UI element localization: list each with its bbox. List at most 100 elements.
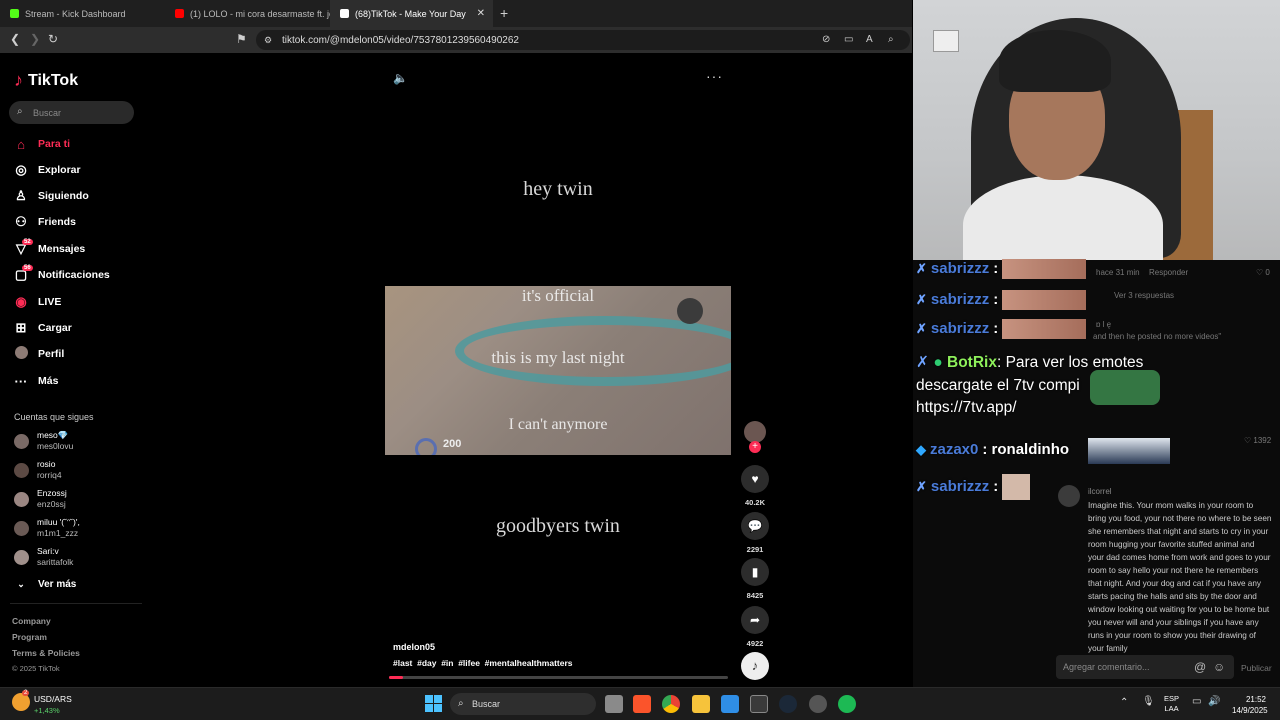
translate-icon[interactable]: A (866, 34, 873, 46)
message-icon: ▽ 52 (16, 239, 33, 256)
following-name: meso💎 (37, 430, 69, 440)
tab-label: Stream - Kick Dashboard (25, 8, 126, 19)
search-input[interactable]: ⌕ Buscar (9, 101, 134, 124)
task-view-icon[interactable] (605, 695, 623, 713)
following-name: miluu '(˘ᵔ˘)', (37, 517, 80, 527)
clip-line-1: it's official (521, 286, 595, 305)
chrome-icon[interactable] (662, 695, 680, 713)
tab-youtube[interactable]: (1) LOLO - mi cora desarmaste ft. jovi (165, 0, 330, 27)
video-hashtags[interactable]: #last #day #in #lifee #mentalhealthmatte… (393, 658, 573, 668)
new-tab-icon[interactable]: + (500, 6, 508, 20)
tab-tiktok[interactable]: (68)TikTok - Make Your Day ✕ (330, 0, 493, 27)
music-disc-icon[interactable]: ♪ (741, 652, 769, 680)
address-bar[interactable]: tiktok.com/@mdelon05/video/7537801239560… (256, 30, 910, 50)
nav-para-ti[interactable]: ⌂ Para ti (14, 134, 70, 154)
clock-time: 21:52 (1245, 695, 1266, 704)
nav-siguiendo[interactable]: ♙ Siguiendo (14, 186, 89, 206)
nav-live[interactable]: ◉ LIVE (14, 292, 61, 312)
tray-chevron-icon[interactable]: ⌃ (1120, 697, 1128, 708)
nav-label: LIVE (38, 296, 62, 308)
store-icon[interactable] (721, 695, 739, 713)
bg-like-count-2: ♡ 1392 (1244, 436, 1272, 445)
search-placeholder: Buscar (33, 107, 62, 118)
chat-message: ✗ sabrizzz: (916, 290, 1087, 310)
like-button[interactable]: ♥ 40.2K (740, 465, 770, 507)
see-more-button[interactable]: ⌄ Ver más (14, 574, 76, 594)
steam-icon[interactable] (779, 695, 797, 713)
nav-explorar[interactable]: ◎ Explorar (14, 160, 80, 180)
more-options-icon[interactable]: ··· (706, 68, 723, 84)
following-item[interactable]: meso💎 mes0lovu (14, 428, 73, 454)
cast-icon[interactable]: ▭ (844, 34, 853, 46)
volume-icon[interactable]: 🔈 (393, 71, 408, 85)
ticker-name[interactable]: USD/ARS (34, 694, 72, 704)
following-item[interactable]: Sari:v sarittafolk (14, 544, 73, 570)
chat-user: zazax0 (930, 441, 979, 458)
commenter-avatar[interactable] (1058, 485, 1080, 507)
language-indicator[interactable]: ESP LAA (1164, 694, 1179, 714)
nav-label: Cargar (38, 322, 72, 334)
tiktok-logo[interactable]: ♪ TikTok (14, 70, 78, 91)
nav-mensajes[interactable]: ▽ 52 Mensajes (14, 239, 85, 259)
close-tab-icon[interactable]: ✕ (477, 8, 485, 19)
reader-icon[interactable]: ⊘ (822, 34, 830, 46)
zoom-icon[interactable]: ⌕ (888, 34, 894, 46)
post-button[interactable]: Publicar (1241, 663, 1272, 673)
bg-reply-link[interactable]: Responder (1149, 268, 1188, 277)
bookmark-icon[interactable]: ⚑ (236, 33, 247, 45)
video-author[interactable]: mdelon05 (393, 642, 435, 652)
view-replies[interactable]: Ver 3 respuestas (1114, 291, 1174, 300)
footer-company[interactable]: Company (12, 616, 51, 626)
back-icon[interactable]: ❮ (10, 33, 20, 45)
share-button[interactable]: ➦ 4922 (740, 606, 770, 648)
clock[interactable]: 21:52 14/9/2025 (1232, 694, 1268, 716)
file-explorer-icon[interactable] (692, 695, 710, 713)
save-button[interactable]: ▮ 8425 (740, 558, 770, 600)
forward-icon[interactable]: ❯ (30, 33, 40, 45)
nav-label: Friends (38, 216, 76, 228)
following-item[interactable]: Enzossj enz0ssj (14, 486, 67, 512)
speaker-icon[interactable]: 🔊 (1208, 696, 1220, 707)
nav-notificaciones[interactable]: ▢ 56 Notificaciones (14, 265, 110, 285)
site-info-icon[interactable]: ⚙ (264, 34, 272, 46)
search-icon: ⌕ (17, 106, 23, 117)
avatar (14, 491, 29, 507)
obs-icon[interactable] (809, 695, 827, 713)
taskbar-search-label: Buscar (472, 699, 501, 709)
sidebar-divider (10, 603, 142, 604)
comment-input[interactable]: Agregar comentario... (1056, 655, 1234, 679)
author-avatar[interactable] (744, 421, 766, 443)
reload-icon[interactable]: ↻ (48, 33, 58, 45)
nav-cargar[interactable]: ⊞ Cargar (14, 318, 72, 338)
video-progress-track[interactable] (389, 676, 728, 679)
nav-perfil[interactable]: Perfil (14, 344, 64, 364)
brave-icon[interactable] (633, 695, 651, 713)
epic-games-icon[interactable] (750, 695, 768, 713)
tab-kick[interactable]: Stream - Kick Dashboard (0, 0, 165, 27)
network-icon[interactable]: ▭ (1192, 696, 1201, 707)
emoji-icon[interactable]: ☺ (1213, 660, 1225, 674)
chat-text: : (993, 478, 999, 495)
spotify-icon[interactable] (838, 695, 856, 713)
chat-text: : (993, 260, 999, 277)
following-item[interactable]: rosio rorriq4 (14, 457, 62, 483)
more-icon: ··· (14, 373, 28, 389)
comment-button[interactable]: 💬 2291 (740, 512, 770, 554)
beanie (999, 30, 1111, 92)
like-count: 40.2K (744, 498, 765, 507)
commenter-name: ilcorrel (1088, 487, 1112, 496)
footer-terms[interactable]: Terms & Policies (12, 648, 80, 658)
video-clip[interactable]: it's official this is my last night I ca… (385, 286, 731, 455)
follow-plus-icon[interactable]: + (749, 441, 761, 453)
search-icon: ⌕ (458, 698, 464, 709)
mention-icon[interactable]: @ (1194, 660, 1206, 674)
following-item[interactable]: miluu '(˘ᵔ˘)', m1m1_zzz (14, 515, 80, 541)
taskbar-search[interactable]: ⌕ Buscar (450, 693, 596, 715)
microphone-icon[interactable]: 🎙 (1142, 696, 1155, 707)
nav-mas[interactable]: ··· Más (14, 371, 59, 391)
following-name: Sari:v (37, 546, 59, 556)
nav-friends[interactable]: ⚇ Friends (14, 212, 76, 232)
windows-start-icon[interactable] (425, 695, 442, 712)
compass-icon: ◎ (15, 162, 27, 177)
footer-program[interactable]: Program (12, 632, 47, 642)
